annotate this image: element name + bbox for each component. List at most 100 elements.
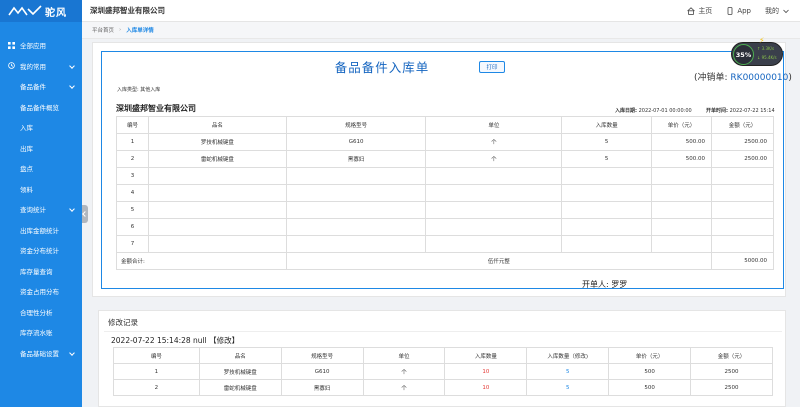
table-cell: 罗技机械键盘	[147, 133, 287, 151]
table-cell: 6	[116, 218, 149, 236]
table-cell: 4	[116, 184, 149, 202]
section-title: 修改记录	[108, 318, 138, 327]
receipt-table: 编号 品名 规格型号 单位 入库数量 单价（元） 金额（元） 1 罗技机械键盘 …	[116, 116, 774, 270]
flush-value[interactable]: RK00000010	[730, 73, 788, 83]
sidebar-item-label: 盘点	[20, 165, 33, 174]
table-row: 1 罗技机械键盘 G610 个 5 500.00 2500.00	[116, 133, 774, 151]
chevron-down-icon	[69, 83, 75, 89]
app-link[interactable]: App	[726, 7, 751, 15]
header-company-name: 深圳盛邦智业有限公司	[90, 6, 165, 15]
header-actions: 主页 App 我的	[687, 0, 790, 22]
table-cell: 500	[608, 363, 692, 380]
sidebar-item-label: 领料	[20, 185, 33, 194]
sidebar-item-stock-in[interactable]: 入库	[0, 117, 82, 138]
document-company: 深圳盛邦智业有限公司	[116, 104, 196, 113]
table-cell: 2500.00	[711, 150, 774, 168]
sidebar-item-label: 查询统计	[20, 206, 46, 215]
col-header: 入库数量	[444, 347, 528, 364]
col-header: 规格型号	[285, 116, 427, 134]
open-time: 开单时间: 2022-07-22 15:14	[706, 107, 775, 114]
sidebar-item-label: 资金占用分布	[20, 288, 59, 297]
modify-table: 编号 品名 规格型号 单位 入库数量 入库数量（修改) 单价（元） 金额（元） …	[113, 347, 773, 396]
sidebar-item-label: 入库	[20, 124, 33, 133]
table-cell: 500.00	[651, 150, 713, 168]
sidebar-item-label: 备品备件	[20, 83, 46, 92]
home-icon	[687, 7, 696, 15]
total-words: 伍仟元整	[285, 252, 713, 270]
sidebar-item-inventory-check[interactable]: 盘点	[0, 158, 82, 179]
sidebar-item-outbound-amount[interactable]: 出库金额统计	[0, 220, 82, 241]
col-header: 编号	[113, 347, 200, 364]
table-row: 1 罗技机械键盘 G610 个 10 5 500 2500	[113, 363, 773, 380]
table-cell: 10	[444, 363, 528, 380]
chevron-down-icon	[783, 9, 789, 14]
sidebar-item-fund-occupation[interactable]: 资金占用分布	[0, 281, 82, 302]
table-cell: 个	[425, 133, 563, 151]
sidebar-item-stock-query[interactable]: 库存量查询	[0, 261, 82, 282]
sidebar-item-rationality[interactable]: 合理性分析	[0, 302, 82, 323]
table-cell: 5	[526, 379, 610, 396]
table-cell: 2	[116, 150, 149, 168]
table-cell: 5	[116, 201, 149, 219]
top-header: 深圳盛邦智业有限公司 主页 App 我的	[82, 0, 800, 22]
sidebar-item-label: 出库	[20, 144, 33, 153]
brand-name: 驼风	[45, 7, 67, 19]
col-header: 金额（元）	[711, 116, 774, 134]
breadcrumb-current: 入库单详情	[126, 28, 154, 34]
table-cell: 1	[116, 133, 149, 151]
sidebar-item-label: 库存量查询	[20, 267, 53, 276]
sidebar-item-label: 备品备件概览	[20, 103, 59, 112]
table-cell: G610	[285, 133, 427, 151]
home-link[interactable]: 主页	[687, 6, 712, 16]
table-cell: 黑寡妇	[285, 150, 427, 168]
receipt-card: 备品备件入库单 打印 (冲销单: RK00000010) 入库类型: 其他入库 …	[92, 42, 792, 297]
sidebar-item-label: 合理性分析	[20, 308, 53, 317]
table-cell: 500	[608, 379, 692, 396]
user-menu[interactable]: 我的	[765, 6, 790, 16]
sidebar-item-spare-parts[interactable]: 备品备件	[0, 76, 82, 97]
table-row: 6	[116, 218, 774, 236]
sidebar-item-overview[interactable]: 备品备件概览	[0, 97, 82, 118]
clock-icon	[8, 62, 15, 70]
receipt-document: 备品备件入库单 打印 (冲销单: RK00000010) 入库类型: 其他入库 …	[101, 51, 792, 289]
brand-logo[interactable]: 驼风	[0, 0, 82, 22]
grid-icon	[8, 41, 15, 49]
flush-order: (冲销单: RK00000010)	[694, 70, 792, 83]
table-row: 2 雷蛇机械键盘 黑寡妇 个 10 5 500 2500	[113, 379, 773, 396]
sidebar-item-requisition[interactable]: 领料	[0, 179, 82, 200]
print-button[interactable]: 打印	[479, 61, 505, 73]
sidebar-item-stock-ledger[interactable]: 库存流水账	[0, 322, 82, 343]
table-cell: 1	[113, 363, 200, 380]
page-title: 备品备件入库单	[334, 60, 430, 75]
sidebar-item-query-stats[interactable]: 查询统计	[0, 199, 82, 220]
sidebar-item-fund-distribution[interactable]: 资金分布统计	[0, 240, 82, 261]
network-speed-widget[interactable]: 35% ↑ 3.3K/s ↓ 95.4K/s	[731, 42, 783, 66]
sidebar-item-favorites[interactable]: 我的常用	[0, 56, 82, 77]
type-value: 其他入库	[140, 87, 161, 93]
usage-percent: 35%	[733, 44, 754, 65]
bolt-icon: ⚡	[759, 36, 765, 45]
chevron-down-icon	[69, 62, 75, 69]
breadcrumb-separator: ›	[119, 27, 122, 33]
table-cell: 5	[561, 133, 653, 151]
in-date-label: 入库日期:	[615, 108, 637, 114]
table-cell: 5	[561, 150, 653, 168]
sidebar-item-label: 备品基础设置	[20, 349, 59, 358]
table-cell: 2500	[690, 363, 773, 380]
total-row: 金额合计: 伍仟元整 5000.00	[116, 252, 774, 270]
table-cell: 2	[113, 379, 200, 396]
type-label: 入库类型:	[117, 87, 139, 93]
sidebar-item-basic-settings[interactable]: 备品基础设置	[0, 343, 82, 364]
sidebar-item-label: 资金分布统计	[20, 247, 59, 256]
user-menu-label: 我的	[765, 7, 779, 15]
table-row: 7	[116, 235, 774, 253]
sidebar-item-all-apps[interactable]: 全部应用	[0, 35, 82, 56]
breadcrumb-home[interactable]: 平台首页	[92, 26, 114, 34]
breadcrumb: 平台首页 › 入库单详情	[82, 22, 800, 39]
sidebar-item-stock-out[interactable]: 出库	[0, 138, 82, 159]
app-label: App	[737, 7, 751, 15]
handler: 开单人: 罗罗	[582, 280, 628, 289]
upload-speed: ↑ 3.3K/s	[757, 46, 775, 51]
table-cell: 5	[526, 363, 610, 380]
table-header-row: 编号 品名 规格型号 单位 入库数量 入库数量（修改) 单价（元） 金额（元）	[113, 347, 773, 364]
